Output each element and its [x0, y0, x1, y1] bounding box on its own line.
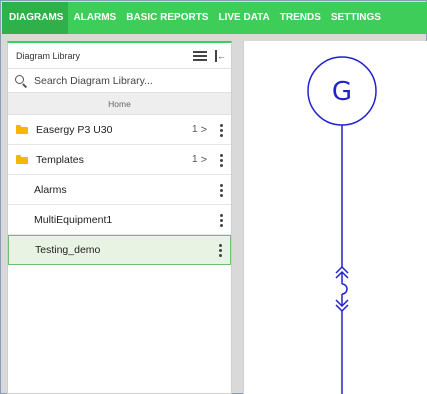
- more-options-icon[interactable]: [217, 123, 225, 137]
- diagram-label: Testing_demo: [35, 244, 101, 256]
- top-navigation: DIAGRAMS ALARMS BASIC REPORTS LIVE DATA …: [2, 2, 427, 34]
- breadcrumb[interactable]: Home: [8, 93, 231, 115]
- collapse-panel-icon[interactable]: ←: [215, 49, 226, 62]
- tab-trends[interactable]: TRENDS: [275, 2, 326, 34]
- chevron-right-icon[interactable]: >: [201, 154, 207, 165]
- folder-label: Easergy P3 U30: [36, 123, 113, 136]
- breaker-contact: [341, 283, 348, 295]
- app-window: DIAGRAMS ALARMS BASIC REPORTS LIVE DATA …: [0, 0, 427, 394]
- more-options-icon[interactable]: [217, 153, 225, 167]
- more-options-icon[interactable]: [217, 213, 225, 227]
- folder-icon: [16, 155, 28, 164]
- tab-basic-reports[interactable]: BASIC REPORTS: [121, 2, 213, 34]
- list-item-folder[interactable]: Templates 1 >: [8, 145, 231, 175]
- more-options-icon[interactable]: [217, 183, 225, 197]
- folder-count: 1: [192, 154, 198, 165]
- tab-diagrams[interactable]: DIAGRAMS: [2, 2, 69, 34]
- folder-icon: [16, 125, 28, 134]
- diagram-label: Alarms: [34, 183, 67, 196]
- tab-live-data[interactable]: LIVE DATA: [213, 2, 274, 34]
- menu-icon[interactable]: [193, 50, 207, 61]
- chevron-right-icon[interactable]: >: [201, 124, 207, 135]
- tab-alarms[interactable]: ALARMS: [68, 2, 121, 34]
- panel-header: Diagram Library ←: [8, 43, 231, 69]
- list-item-diagram-selected[interactable]: Testing_demo: [8, 235, 231, 265]
- search-icon: [14, 74, 28, 88]
- more-options-icon[interactable]: [216, 243, 224, 257]
- list-item-diagram[interactable]: MultiEquipment1: [8, 205, 231, 235]
- search-bar: [8, 69, 231, 93]
- search-input[interactable]: [34, 74, 214, 87]
- folder-count: 1: [192, 124, 198, 135]
- generator-label: G: [332, 77, 352, 107]
- folder-label: Templates: [36, 153, 84, 166]
- list-item-diagram[interactable]: Alarms: [8, 175, 231, 205]
- diagram-label: MultiEquipment1: [34, 213, 113, 226]
- list-item-folder[interactable]: Easergy P3 U30 1 >: [8, 115, 231, 145]
- diagram-canvas[interactable]: G: [243, 41, 427, 394]
- single-line-diagram: G: [307, 56, 377, 394]
- panel-title: Diagram Library: [16, 50, 81, 61]
- tab-settings[interactable]: SETTINGS: [326, 2, 386, 34]
- diagram-library-panel: Diagram Library ← Home Easergy P3 U30 1 …: [7, 41, 232, 394]
